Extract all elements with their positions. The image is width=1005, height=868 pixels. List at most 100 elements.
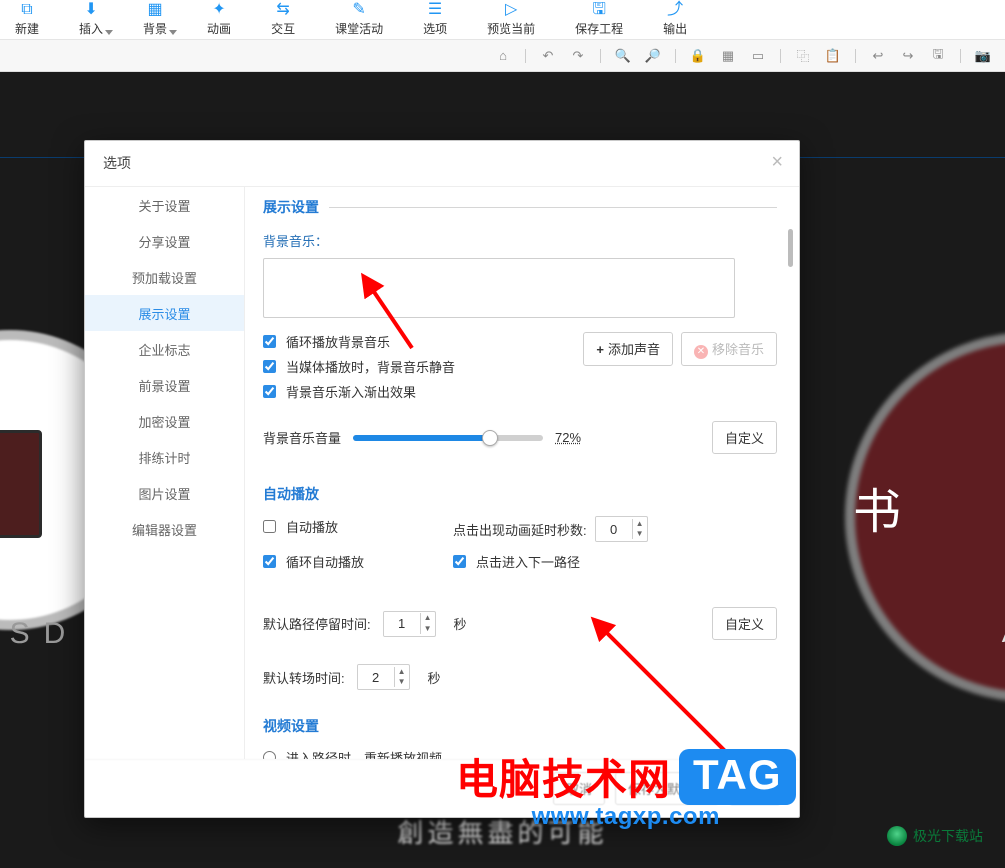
undo-icon[interactable]: ↶: [540, 48, 556, 64]
slider-fill: [353, 435, 490, 441]
home-icon[interactable]: ⌂: [495, 48, 511, 64]
export-icon: ⤴: [667, 2, 683, 18]
checkbox-label: 循环自动播放: [286, 552, 364, 571]
spin-down-icon[interactable]: ▼: [421, 624, 435, 634]
unit-seconds: 秒: [428, 668, 441, 687]
path-stay-stepper[interactable]: ▲▼: [383, 611, 436, 637]
radio-video-restart[interactable]: [263, 751, 276, 759]
save2-icon[interactable]: 🖫: [930, 48, 946, 64]
caret-icon: [105, 30, 113, 35]
spin-up-icon[interactable]: ▲: [633, 519, 647, 529]
redo2-icon[interactable]: ↪: [900, 48, 916, 64]
row-click-delay: 点击出现动画延时秒数: ▲▼: [453, 516, 777, 542]
toolbar-label: 交互: [271, 20, 295, 37]
row-autoplay: 自动播放: [263, 517, 453, 536]
watermark-url: www.tagxp.com: [532, 803, 720, 831]
checkbox-loop-autoplay[interactable]: [263, 555, 276, 568]
canvas-left-label: NESD: [0, 617, 79, 651]
dl-logo-icon: [887, 826, 907, 846]
watermark-site: 电脑技术网: [456, 746, 671, 807]
sidebar-item-display[interactable]: 展示设置: [85, 295, 244, 331]
preview-icon: ▷: [505, 2, 517, 18]
unit-seconds: 秒: [454, 614, 467, 633]
checkbox-mute-media[interactable]: [263, 360, 276, 373]
redo-icon[interactable]: ↷: [570, 48, 586, 64]
classroom-icon: ✎: [352, 2, 365, 18]
new-icon: ⧉: [21, 2, 32, 18]
volume-row: 背景音乐音量 72% 自定义: [263, 421, 777, 454]
toolbar-insert[interactable]: ⬇ 插入: [79, 0, 103, 39]
toolbar-label: 输出: [663, 20, 687, 37]
path-stay-input[interactable]: [384, 612, 420, 636]
grid-icon[interactable]: ▦: [720, 48, 736, 64]
checkbox-loop-music[interactable]: [263, 335, 276, 348]
watermark-overlay: 电脑技术网 TAG www.tagxp.com: [456, 746, 796, 831]
sidebar-item-foreground[interactable]: 前景设置: [85, 367, 244, 403]
toolbar-label: 选项: [423, 20, 447, 37]
sidebar-item-editor[interactable]: 编辑器设置: [85, 511, 244, 547]
sidebar-item-logo[interactable]: 企业标志: [85, 331, 244, 367]
toolbar-preview[interactable]: ▷ 预览当前: [487, 0, 535, 39]
delay-stepper[interactable]: ▲▼: [595, 516, 648, 542]
toolbar-save[interactable]: 🖫 保存工程: [575, 0, 623, 39]
toolbar-interaction[interactable]: ⇆ 交互: [271, 0, 295, 39]
bg-music-textarea[interactable]: [263, 258, 735, 318]
zoom-out-icon[interactable]: 🔎: [645, 48, 661, 64]
slider-thumb[interactable]: [482, 430, 498, 446]
dialog-title: 选项: [103, 153, 131, 173]
spin-up-icon[interactable]: ▲: [395, 667, 409, 677]
undo2-icon[interactable]: ↩: [870, 48, 886, 64]
copy-icon[interactable]: ⿻: [795, 48, 811, 64]
toolbar-label: 课堂活动: [335, 20, 383, 37]
spin-down-icon[interactable]: ▼: [395, 677, 409, 687]
ruler-icon[interactable]: ▭: [750, 48, 766, 64]
remove-sound-button[interactable]: ✕移除音乐: [681, 332, 777, 366]
scrollbar-thumb[interactable]: [788, 229, 793, 267]
toolbar-options[interactable]: ☰ 选项: [423, 0, 447, 39]
toolbar-animation[interactable]: ✦ 动画: [207, 0, 231, 39]
volume-label: 背景音乐音量: [263, 428, 341, 447]
camera-icon[interactable]: 📷: [975, 48, 991, 64]
toolbar-classroom[interactable]: ✎ 课堂活动: [335, 0, 383, 39]
delay-label: 点击出现动画延时秒数:: [453, 520, 587, 539]
transition-stepper[interactable]: ▲▼: [357, 664, 410, 690]
row-loop-autoplay: 循环自动播放: [263, 552, 453, 571]
row-mute-media: 当媒体播放时，背景音乐静音: [263, 357, 455, 376]
dialog-sidebar: 关于设置 分享设置 预加载设置 展示设置 企业标志 前景设置 加密设置 排练计时…: [85, 187, 245, 759]
watermark-dlsite: 极光下载站: [887, 826, 983, 846]
toolbar-background[interactable]: ▦ 背景: [143, 0, 167, 39]
separator: [675, 49, 676, 63]
toolbar-new[interactable]: ⧉ 新建: [15, 0, 39, 39]
close-icon[interactable]: ×: [771, 151, 783, 174]
remove-icon: ✕: [694, 345, 708, 359]
sidebar-item-image[interactable]: 图片设置: [85, 475, 244, 511]
divider: [329, 207, 777, 208]
spin-up-icon[interactable]: ▲: [421, 613, 435, 623]
row-fade: 背景音乐渐入渐出效果: [263, 382, 455, 401]
sidebar-item-share[interactable]: 分享设置: [85, 223, 244, 259]
sidebar-item-rehearse[interactable]: 排练计时: [85, 439, 244, 475]
delay-input[interactable]: [596, 517, 632, 541]
main-toolbar: ⧉ 新建 ⬇ 插入 ▦ 背景 ✦ 动画 ⇆ 交互 ✎ 课堂活动 ☰ 选项 ▷ 预…: [0, 0, 1005, 40]
separator: [960, 49, 961, 63]
add-sound-button[interactable]: +添加声音: [583, 332, 673, 366]
checkbox-click-next[interactable]: [453, 555, 466, 568]
sidebar-item-encrypt[interactable]: 加密设置: [85, 403, 244, 439]
dialog-header: 选项 ×: [85, 141, 799, 186]
lock-icon[interactable]: 🔒: [690, 48, 706, 64]
interaction-icon: ⇆: [276, 2, 289, 18]
animation-icon: ✦: [212, 2, 225, 18]
custom-volume-button[interactable]: 自定义: [712, 421, 777, 454]
zoom-in-icon[interactable]: 🔍: [615, 48, 631, 64]
sidebar-item-preload[interactable]: 预加载设置: [85, 259, 244, 295]
paste-icon[interactable]: 📋: [825, 48, 841, 64]
sidebar-item-about[interactable]: 关于设置: [85, 187, 244, 223]
checkbox-fade[interactable]: [263, 385, 276, 398]
options-icon: ☰: [428, 2, 442, 18]
volume-slider[interactable]: [353, 435, 543, 441]
spin-down-icon[interactable]: ▼: [633, 529, 647, 539]
annotation-arrow-1: [362, 278, 422, 361]
checkbox-autoplay[interactable]: [263, 520, 276, 533]
transition-input[interactable]: [358, 665, 394, 689]
toolbar-export[interactable]: ⤴ 输出: [663, 0, 687, 39]
